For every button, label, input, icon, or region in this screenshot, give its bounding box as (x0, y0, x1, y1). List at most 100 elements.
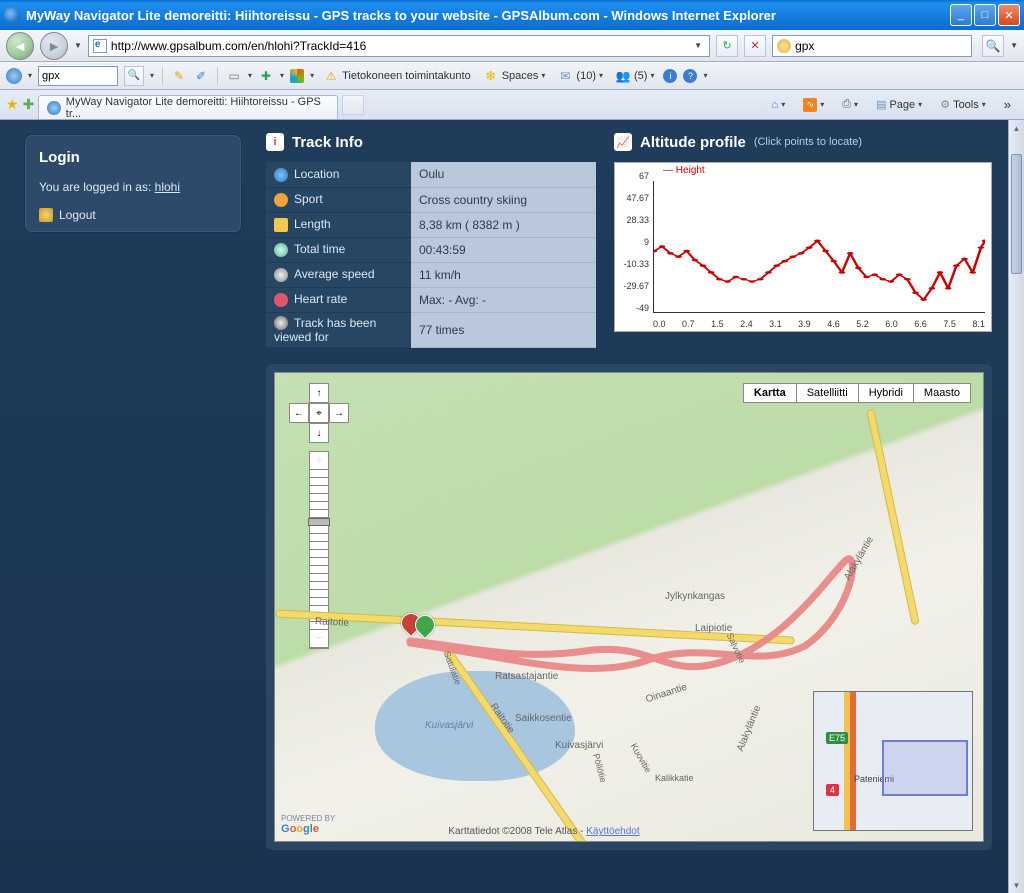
altitude-chart[interactable]: Height 6747.6728.339-10.33-29.67-49 0.00… (614, 162, 992, 332)
pan-left-button[interactable]: ← (289, 403, 309, 423)
mail-link[interactable]: ✉(10)▾ (554, 68, 606, 84)
login-panel: Login You are logged in as: hlohi Logout (24, 134, 242, 233)
news-icon[interactable]: ▭ (226, 68, 242, 84)
logged-in-user-link[interactable]: hlohi (155, 180, 180, 194)
map-type-satellite[interactable]: Satelliitti (797, 383, 859, 403)
overflow-chevron[interactable]: » (997, 94, 1018, 116)
map-gps-track (405, 621, 845, 661)
snowflake-icon (274, 193, 288, 207)
window-close-button[interactable]: ✕ (998, 4, 1020, 26)
toolbar-search-input[interactable] (42, 70, 114, 82)
butterfly-icon[interactable] (290, 69, 304, 83)
window-maximize-button[interactable]: □ (974, 4, 996, 26)
zoom-slider-handle[interactable] (308, 518, 330, 526)
nav-history-dropdown[interactable]: ▼ (74, 41, 82, 50)
chart-plot-area[interactable] (653, 181, 985, 313)
map-type-hybrid[interactable]: Hybridi (859, 383, 914, 403)
altitude-heading: Altitude profile (640, 134, 746, 151)
people-dropdown[interactable]: ▾ (650, 71, 654, 80)
page-menu[interactable]: ▤Page▾ (869, 94, 929, 116)
tools-menu[interactable]: ⚙Tools▾ (933, 94, 993, 116)
track-info-table: LocationOulu SportCross country skiing L… (266, 162, 596, 348)
tab-strip: ★ ✚ MyWay Navigator Lite demoreitti: Hii… (0, 90, 1024, 120)
zoom-out-button[interactable]: − (310, 630, 328, 648)
speed-icon (274, 268, 288, 282)
mail-count: (10) (576, 70, 596, 82)
back-button[interactable]: ◄ (6, 32, 34, 60)
chart-panel-icon: 📈 (614, 133, 632, 151)
map-type-map[interactable]: Kartta (743, 383, 797, 403)
spaces-icon: ❇ (483, 68, 499, 84)
add-dropdown[interactable]: ▾ (280, 71, 284, 80)
scroll-thumb[interactable] (1011, 154, 1022, 274)
map-overview[interactable]: E75 4 Pateniemi (813, 691, 973, 831)
home-button[interactable]: ⌂▾ (765, 94, 793, 116)
refresh-button[interactable]: ↻ (716, 35, 738, 57)
pan-center-button[interactable]: ⌖ (309, 403, 329, 423)
map-road-label: Laipiotie (695, 623, 732, 634)
feeds-button[interactable]: ∿▾ (796, 94, 831, 116)
stop-button[interactable]: ✕ (744, 35, 766, 57)
browser-search-input[interactable] (795, 39, 967, 53)
lock-icon (39, 208, 53, 222)
msn-dropdown[interactable]: ▾ (310, 71, 314, 80)
browser-tab[interactable]: MyWay Navigator Lite demoreitti: Hiihtor… (38, 95, 338, 119)
toolbar-search-box[interactable] (38, 66, 118, 86)
scroll-down-arrow[interactable]: ▼ (1009, 877, 1024, 893)
page-icon (93, 39, 107, 53)
print-button[interactable]: ⎙▾ (835, 94, 865, 116)
news-dropdown[interactable]: ▾ (248, 71, 252, 80)
logged-in-prefix: You are logged in as: (39, 180, 155, 194)
map-pan-control: ↑ ←⌖→ ↓ (289, 383, 349, 443)
map-lake-label: Kuivasjärvi (425, 720, 473, 731)
pan-right-button[interactable]: → (329, 403, 349, 423)
add-icon[interactable]: ✚ (258, 68, 274, 84)
browser-search-box[interactable] (772, 35, 972, 57)
minimap-viewport-box[interactable] (882, 740, 968, 796)
info-icon[interactable]: i (663, 69, 677, 83)
login-heading: Login (39, 149, 227, 166)
page-scrollbar[interactable]: ▲ ▼ (1008, 120, 1024, 893)
favorites-star-icon[interactable]: ★ (6, 96, 19, 113)
ie-logo-icon[interactable] (6, 68, 22, 84)
new-tab-button[interactable] (342, 95, 364, 115)
help-icon[interactable]: ? (683, 69, 697, 83)
logged-in-text: You are logged in as: hlohi (39, 180, 227, 194)
add-favorite-icon[interactable]: ✚ (23, 96, 35, 113)
spaces-dropdown[interactable]: ▾ (541, 71, 545, 80)
pen-icon[interactable]: ✐ (193, 68, 209, 84)
gear-icon: ⚙ (940, 98, 950, 111)
spaces-link[interactable]: ❇Spaces▾ (480, 68, 549, 84)
zoom-slider-rail[interactable] (310, 470, 328, 630)
url-input[interactable] (111, 39, 687, 53)
toolbar-search-go[interactable]: 🔍 (124, 66, 144, 86)
search-provider-dropdown[interactable]: ▼ (1010, 41, 1018, 50)
row-speed-key: Average speed (294, 267, 375, 281)
logout-label: Logout (59, 208, 96, 222)
toolbar-search-dropdown[interactable]: ▾ (150, 71, 154, 80)
forward-button[interactable]: ► (40, 32, 68, 60)
map-road-label: Alakyläntie (735, 704, 763, 753)
window-minimize-button[interactable]: _ (950, 4, 972, 26)
window-titlebar: MyWay Navigator Lite demoreitti: Hiihtor… (0, 0, 1024, 30)
help-dropdown[interactable]: ▾ (703, 71, 707, 80)
browser-search-go[interactable]: 🔍 (982, 35, 1004, 57)
people-link[interactable]: 👥(5)▾ (612, 68, 657, 84)
address-dropdown[interactable]: ▼ (691, 41, 705, 50)
mail-dropdown[interactable]: ▾ (599, 71, 603, 80)
address-bar[interactable]: ▼ (88, 35, 710, 57)
ie-logo-dropdown[interactable]: ▾ (28, 71, 32, 80)
highlighter-icon[interactable]: ✎ (171, 68, 187, 84)
map-terms-link[interactable]: Käyttöehdot (586, 826, 639, 837)
scroll-up-arrow[interactable]: ▲ (1009, 120, 1024, 136)
pan-up-button[interactable]: ↑ (309, 383, 329, 403)
map-type-terrain[interactable]: Maasto (914, 383, 971, 403)
people-count: (5) (634, 70, 647, 82)
logout-link[interactable]: Logout (39, 208, 227, 222)
pan-down-button[interactable]: ↓ (309, 423, 329, 443)
map-canvas[interactable]: ↑ ←⌖→ ↓ + − Kartta Satelliitti Hybridi M… (274, 372, 984, 842)
health-link[interactable]: ⚠Tietokoneen toimintakunto (320, 68, 474, 84)
map-marker-start[interactable] (415, 615, 435, 643)
zoom-in-button[interactable]: + (310, 452, 328, 470)
row-sport-val: Cross country skiing (411, 187, 596, 212)
